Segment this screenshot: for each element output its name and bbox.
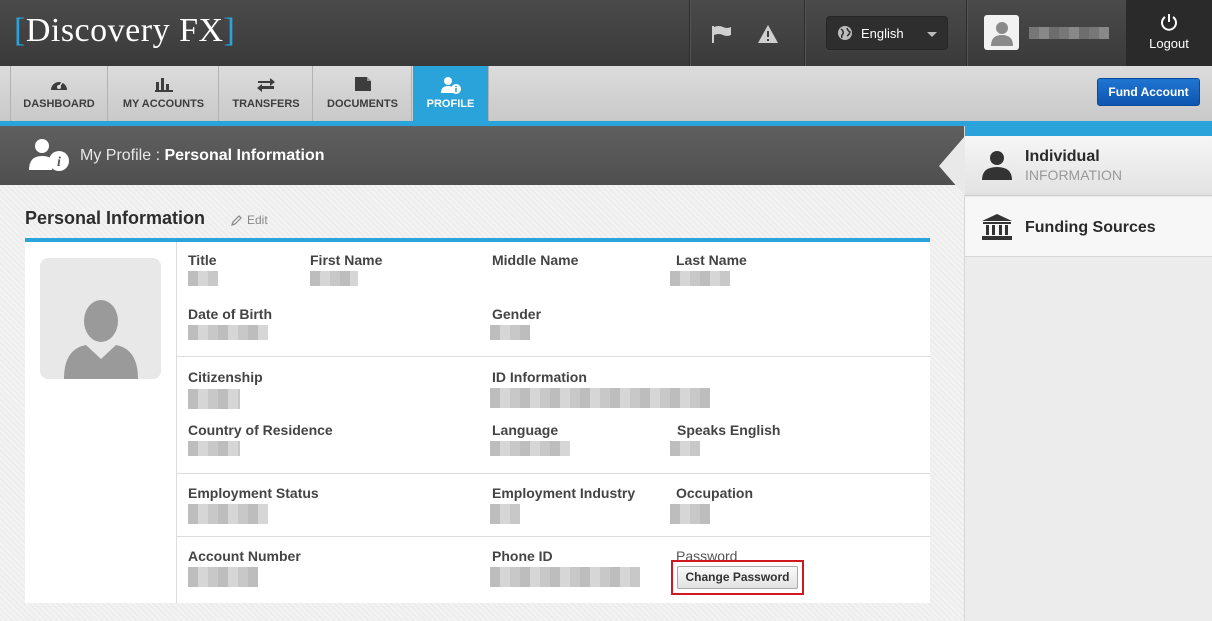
power-icon bbox=[1160, 13, 1178, 36]
field-value-redacted bbox=[670, 271, 730, 286]
user-icon bbox=[981, 150, 1013, 185]
globe-icon bbox=[837, 25, 853, 46]
tab-label: DASHBOARD bbox=[23, 98, 95, 110]
field-label-id-information: ID Information bbox=[492, 369, 587, 385]
field-value-redacted bbox=[310, 271, 358, 286]
field-label-employment-status: Employment Status bbox=[188, 485, 319, 501]
field-value-redacted bbox=[670, 504, 710, 524]
divider bbox=[804, 0, 805, 66]
field-value-redacted bbox=[188, 504, 268, 524]
page-title-prefix: My Profile : bbox=[80, 147, 165, 164]
divider bbox=[966, 0, 967, 66]
active-item-pointer bbox=[939, 136, 965, 196]
language-label: English bbox=[861, 26, 904, 41]
logout-label: Logout bbox=[1149, 36, 1189, 51]
page-title-main: Personal Information bbox=[164, 147, 325, 164]
field-label-first-name: First Name bbox=[310, 252, 383, 268]
field-label-title: Title bbox=[188, 252, 217, 268]
pencil-icon bbox=[231, 214, 242, 226]
field-value-redacted bbox=[188, 441, 240, 456]
field-value-redacted bbox=[490, 504, 520, 524]
top-bar: [Discovery FX] English Logout bbox=[0, 0, 1212, 66]
tab-label: DOCUMENTS bbox=[327, 98, 398, 110]
highlight-box: Change Password bbox=[671, 560, 804, 595]
main-content: Personal Information Edit Title First Na… bbox=[0, 185, 964, 621]
change-password-button[interactable]: Change Password bbox=[677, 566, 798, 589]
bar-chart-icon bbox=[109, 76, 218, 92]
tab-documents[interactable]: DOCUMENTS bbox=[314, 66, 412, 121]
sidebar-item-title: Individual bbox=[1025, 148, 1100, 165]
field-label-country-of-residence: Country of Residence bbox=[188, 422, 333, 438]
field-label-last-name: Last Name bbox=[676, 252, 747, 268]
sidebar-item-funding-sources[interactable]: Funding Sources bbox=[965, 197, 1212, 257]
edit-label: Edit bbox=[247, 213, 268, 227]
personal-info-card: Title First Name Middle Name Last Name D… bbox=[25, 238, 930, 603]
sidebar-accent-bar bbox=[965, 126, 1212, 136]
bank-icon bbox=[981, 213, 1013, 246]
flag-icon[interactable] bbox=[710, 22, 734, 46]
divider bbox=[177, 473, 930, 474]
field-label-middle-name: Middle Name bbox=[492, 252, 579, 268]
logo-bracket-right: ] bbox=[223, 12, 236, 49]
divider bbox=[177, 356, 930, 357]
tab-transfers[interactable]: TRANSFERS bbox=[220, 66, 313, 121]
logo-bracket-left: [ bbox=[14, 12, 26, 49]
field-value-redacted bbox=[188, 325, 268, 340]
field-value-redacted bbox=[490, 388, 710, 408]
profile-sidebar: Individual INFORMATION Funding Sources bbox=[939, 126, 1212, 621]
language-select[interactable]: English bbox=[826, 16, 948, 50]
field-value-redacted bbox=[490, 441, 570, 456]
field-label-language: Language bbox=[492, 422, 559, 438]
sidebar-item-title: Funding Sources bbox=[1025, 219, 1156, 236]
tab-profile[interactable]: PROFILE bbox=[413, 66, 489, 130]
page-title: My Profile : Personal Information bbox=[80, 147, 325, 165]
gauge-icon bbox=[11, 76, 107, 92]
edit-link[interactable]: Edit bbox=[230, 213, 268, 227]
tab-label: MY ACCOUNTS bbox=[122, 98, 205, 110]
field-label-citizenship: Citizenship bbox=[188, 369, 263, 385]
tab-my-accounts[interactable]: MY ACCOUNTS bbox=[109, 66, 219, 121]
field-label-speaks-english: Speaks English bbox=[677, 422, 781, 438]
field-value-redacted bbox=[490, 567, 640, 587]
tab-label: PROFILE bbox=[426, 98, 475, 110]
divider bbox=[177, 536, 930, 537]
field-label-account-number: Account Number bbox=[188, 548, 301, 564]
page-header: i My Profile : Personal Information bbox=[0, 126, 964, 185]
section-title: Personal Information bbox=[25, 208, 206, 228]
tab-dashboard[interactable]: DASHBOARD bbox=[10, 66, 108, 121]
fund-account-button[interactable]: Fund Account bbox=[1097, 78, 1200, 106]
svg-text:i: i bbox=[57, 155, 61, 170]
field-label-occupation: Occupation bbox=[676, 485, 754, 501]
tab-label: TRANSFERS bbox=[232, 98, 300, 110]
transfer-arrows-icon bbox=[220, 76, 312, 92]
divider bbox=[689, 0, 690, 66]
profile-info-icon: i bbox=[28, 138, 70, 177]
profile-photo-placeholder[interactable] bbox=[40, 258, 161, 379]
field-label-date-of-birth: Date of Birth bbox=[188, 306, 272, 322]
field-label-employment-industry: Employment Industry bbox=[492, 485, 636, 501]
warning-icon[interactable] bbox=[756, 22, 780, 46]
user-silhouette-icon bbox=[63, 300, 138, 379]
field-label-phone-id: Phone ID bbox=[492, 548, 553, 564]
field-value-redacted bbox=[490, 325, 530, 340]
avatar[interactable] bbox=[984, 15, 1019, 50]
field-value-redacted bbox=[188, 567, 258, 587]
logout-button[interactable]: Logout bbox=[1126, 0, 1212, 66]
document-icon bbox=[314, 76, 411, 92]
field-value-redacted bbox=[670, 441, 700, 456]
logo[interactable]: [Discovery FX] bbox=[14, 12, 235, 50]
field-label-gender: Gender bbox=[492, 306, 542, 322]
field-value-redacted bbox=[188, 389, 240, 409]
username-redacted bbox=[1029, 27, 1109, 39]
sidebar-item-subtitle: INFORMATION bbox=[1025, 167, 1122, 183]
sidebar-item-individual[interactable]: Individual INFORMATION bbox=[939, 136, 1212, 196]
field-value-redacted bbox=[188, 271, 218, 286]
profile-info-icon bbox=[413, 76, 488, 94]
main-nav: DASHBOARD MY ACCOUNTS TRANSFERS DOCUMENT… bbox=[0, 66, 1212, 130]
logo-text: Discovery FX bbox=[25, 12, 224, 49]
chevron-down-icon bbox=[927, 32, 937, 37]
photo-column bbox=[25, 242, 177, 603]
